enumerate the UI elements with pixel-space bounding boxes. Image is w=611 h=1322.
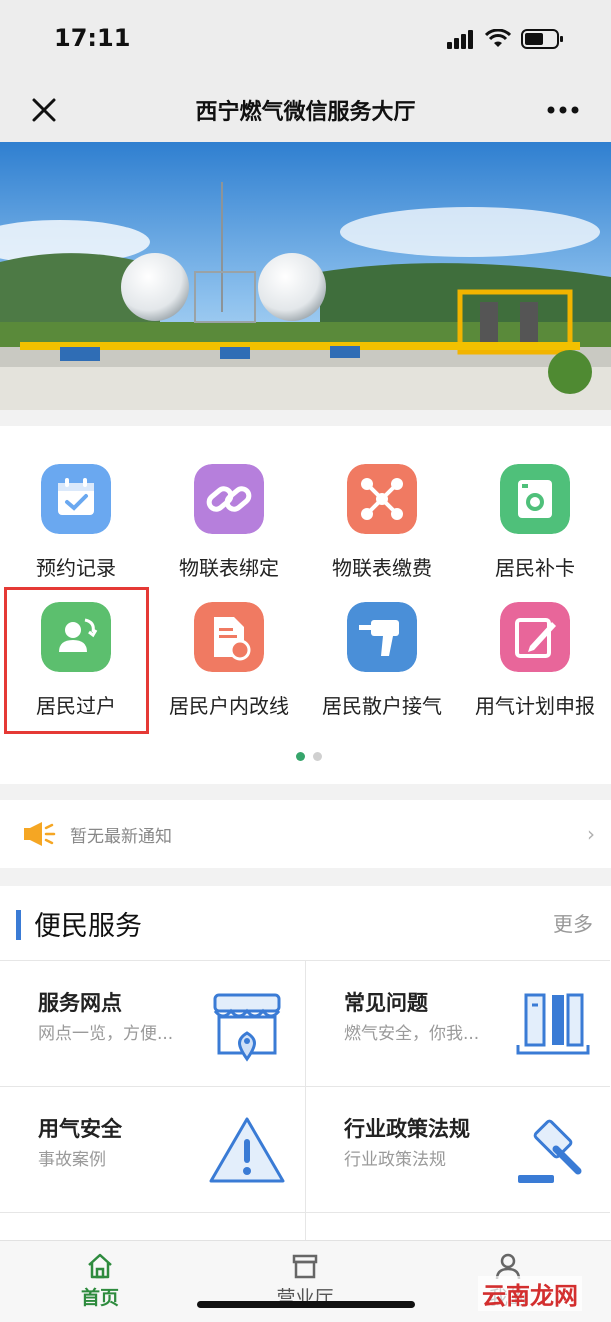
more-link[interactable]: 更多 xyxy=(553,908,593,937)
service-card-industry-policy[interactable]: 行业政策法规 行业政策法规 xyxy=(305,1086,610,1212)
service-title: 行业政策法规 xyxy=(344,1117,470,1141)
page-indicator xyxy=(296,752,322,761)
books-icon xyxy=(516,993,590,1055)
section-accent-bar xyxy=(16,910,21,940)
service-desc: 行业政策法规 xyxy=(344,1150,446,1170)
service-card-outlets[interactable]: 服务网点 网点一览，方便... xyxy=(0,960,305,1086)
drill-icon xyxy=(347,602,417,672)
grid-label: 居民散户接气 xyxy=(322,694,442,718)
service-title: 用气安全 xyxy=(38,1117,122,1141)
document-edit-icon xyxy=(194,602,264,672)
page-title: 西宁燃气微信服务大厅 xyxy=(195,100,416,125)
section-title: 便民服务 xyxy=(34,911,142,942)
grid-item-resident-gas-connection[interactable]: 居民散户接气 xyxy=(306,602,458,722)
link-icon xyxy=(194,464,264,534)
warning-icon xyxy=(209,1117,285,1183)
megaphone-icon xyxy=(24,822,56,846)
chevron-right-icon: › xyxy=(587,822,595,846)
grid-label: 居民补卡 xyxy=(495,556,575,580)
notice-text: 暂无最新通知 xyxy=(70,827,172,847)
service-desc: 燃气安全，你我... xyxy=(344,1024,480,1044)
grid-label: 用气计划申报 xyxy=(475,694,595,718)
service-desc: 网点一览，方便... xyxy=(38,1024,174,1044)
grid-label: 居民户内改线 xyxy=(169,694,289,718)
signal-icon xyxy=(447,30,473,49)
more-icon[interactable] xyxy=(543,96,583,124)
storefront-icon xyxy=(213,993,281,1062)
service-desc: 事故案例 xyxy=(38,1150,106,1170)
grid-label: 物联表缴费 xyxy=(332,556,432,580)
service-card-faq[interactable]: 常见问题 燃气安全，你我... xyxy=(305,960,610,1086)
gas-station-illustration xyxy=(0,142,611,410)
grid-item-iot-meter-binding[interactable]: 物联表绑定 xyxy=(153,464,305,584)
services-section: 便民服务 更多 服务网点 网点一览，方便... 常见问题 燃气安全，你我... … xyxy=(0,886,611,1246)
grid-item-iot-meter-payment[interactable]: 物联表缴费 xyxy=(306,464,458,584)
grid-item-indoor-line-modification[interactable]: 居民户内改线 xyxy=(153,602,305,722)
highlight-box xyxy=(4,587,149,734)
grid-label: 物联表绑定 xyxy=(179,556,279,580)
grid-item-gas-plan-declaration[interactable]: 用气计划申报 xyxy=(459,602,611,722)
watermark-logo: 云南龙网 xyxy=(478,1276,582,1311)
banner-image[interactable] xyxy=(0,142,611,410)
home-icon xyxy=(88,1253,112,1279)
nav-bar: 西宁燃气微信服务大厅 xyxy=(0,78,611,142)
status-bar: 17:11 xyxy=(0,0,611,78)
status-icons xyxy=(447,28,565,50)
page-dot-active xyxy=(296,752,305,761)
notice-bar[interactable]: 暂无最新通知 › xyxy=(0,800,611,868)
grid-item-resident-card-reissue[interactable]: 居民补卡 xyxy=(459,464,611,584)
pencil-note-icon xyxy=(500,602,570,672)
tab-home[interactable]: 首页 xyxy=(50,1251,150,1310)
gavel-icon xyxy=(518,1119,582,1183)
calendar-check-icon xyxy=(41,464,111,534)
network-nodes-icon xyxy=(347,464,417,534)
page-dot xyxy=(313,752,322,761)
battery-icon xyxy=(521,29,563,49)
card-icon xyxy=(500,464,570,534)
grid-label: 预约记录 xyxy=(36,556,116,580)
status-time: 17:11 xyxy=(54,24,131,52)
grid-item-appointment-records[interactable]: 预约记录 xyxy=(0,464,152,584)
service-title: 常见问题 xyxy=(344,991,428,1015)
service-card-gas-safety[interactable]: 用气安全 事故案例 xyxy=(0,1086,305,1212)
tab-label: 首页 xyxy=(80,1287,119,1309)
home-indicator[interactable] xyxy=(197,1301,415,1308)
service-title: 服务网点 xyxy=(38,991,122,1015)
wifi-icon xyxy=(485,29,511,47)
storefront-icon xyxy=(292,1254,318,1279)
